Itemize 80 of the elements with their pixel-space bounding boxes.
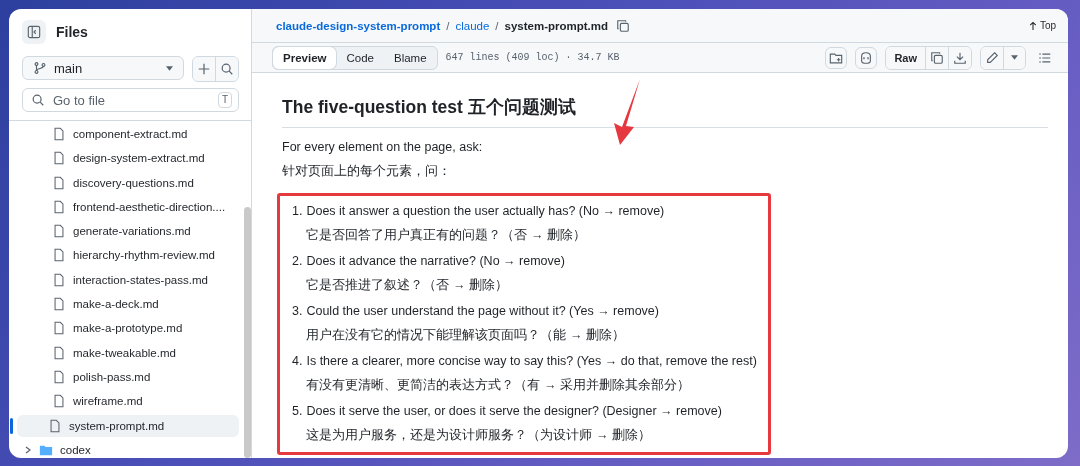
search-button[interactable] — [215, 57, 238, 81]
list-number: 3. — [292, 304, 303, 320]
view-tab[interactable]: Code — [336, 46, 384, 69]
list-item-text: Does it serve the user, or does it serve the designer? (Designer → remove) — [306, 404, 722, 418]
file-icon — [52, 175, 66, 190]
breadcrumb-separator: / — [446, 19, 450, 32]
paragraph: 针对页面上的每个元素，问： — [282, 164, 452, 178]
list-number: 2. — [292, 254, 303, 270]
file-item[interactable]: frontend-aesthetic-direction.... — [17, 195, 239, 218]
breadcrumb-link[interactable]: claude-design-system-prompt — [276, 19, 441, 32]
file-icon — [52, 248, 66, 263]
list-item-translation: 这是为用户服务，还是为设计师服务？（为设计师 → 删除） — [306, 428, 652, 442]
list-item-text: Is there a clearer, more concise way to say this? (Yes → do that, remove the rest) — [306, 354, 757, 368]
list-item-text: Does it answer a question the user actually has? (No → remove) — [306, 204, 665, 218]
file-icon — [52, 224, 66, 239]
selection-indicator — [10, 417, 13, 434]
edit-menu-button[interactable] — [1003, 46, 1025, 69]
caret-icon — [166, 65, 173, 71]
download-button[interactable] — [948, 46, 971, 69]
list-item-translation: 有没有更清晰、更简洁的表达方式？（有 → 采用并删除其余部分） — [306, 378, 691, 392]
download-icon — [953, 50, 967, 65]
file-item[interactable]: generate-variations.md — [17, 220, 239, 243]
panel-icon — [27, 25, 41, 39]
pencil-icon — [985, 50, 999, 65]
file-item[interactable]: hierarchy-rhythm-review.md — [17, 244, 239, 267]
copilot-icon — [859, 50, 874, 65]
file-item[interactable]: interaction-states-pass.md — [17, 268, 239, 291]
file-icon — [52, 321, 66, 336]
file-item[interactable]: wireframe.md — [17, 390, 239, 413]
sidebar-toggle-button[interactable] — [22, 20, 46, 44]
file-info: 647 lines (409 loc) · 34.7 KB — [445, 52, 620, 63]
search-icon — [220, 62, 234, 76]
file-item[interactable]: make-a-deck.md — [17, 293, 239, 316]
file-item[interactable]: discovery-questions.md — [17, 171, 239, 194]
list-item-text: Could the user understand the page without it? (Yes → remove) — [306, 304, 659, 318]
file-icon — [52, 369, 66, 384]
plus-icon — [197, 62, 211, 76]
chevron-icon — [24, 445, 32, 454]
branch-icon — [33, 61, 47, 75]
breadcrumb-link[interactable]: claude — [455, 19, 490, 32]
top-button[interactable]: Top — [1028, 20, 1056, 31]
file-item[interactable]: polish-pass.md — [17, 365, 239, 388]
list-item-translation: 它是否回答了用户真正有的问题？（否 → 删除） — [306, 228, 587, 242]
file-item[interactable]: make-tweakable.md — [17, 341, 239, 364]
list-number: 4. — [292, 354, 303, 370]
file-icon — [52, 127, 66, 141]
file-icon — [52, 199, 66, 214]
folder-item[interactable]: codex — [17, 438, 239, 458]
list-icon — [1038, 50, 1052, 65]
file-icon — [52, 151, 66, 166]
copy-icon — [616, 18, 631, 33]
file-item[interactable]: component-extract.md — [17, 123, 239, 145]
file-icon — [52, 297, 66, 312]
sidebar-title: Files — [56, 24, 88, 40]
list-item-text: Does it advance the narrative? (No → remove) — [306, 254, 565, 268]
copy-icon — [930, 50, 944, 65]
list-number: 5. — [292, 404, 303, 420]
file-icon — [52, 272, 66, 287]
file-icon — [48, 418, 62, 433]
branch-selector[interactable]: main — [22, 56, 184, 80]
caret-icon — [1011, 55, 1018, 60]
file-item[interactable]: make-a-prototype.md — [17, 317, 239, 340]
list-item-translation: 它是否推进了叙述？（否 → 删除） — [306, 278, 509, 292]
folder-plus-icon — [829, 50, 844, 65]
paragraph: For every element on the page, ask: — [282, 140, 484, 154]
add-folder-button[interactable] — [825, 46, 848, 69]
view-tab[interactable]: Preview — [273, 46, 337, 69]
breadcrumb-separator: / — [495, 19, 499, 32]
view-tab[interactable]: Blame — [384, 46, 437, 69]
file-name: system-prompt.md — [504, 19, 609, 32]
file-icon — [52, 394, 66, 409]
list-number: 1. — [292, 204, 303, 220]
shortcut-key: T — [217, 92, 232, 108]
scrollbar[interactable] — [244, 207, 251, 458]
copilot-button[interactable] — [855, 46, 878, 69]
file-item[interactable]: design-system-extract.md — [17, 147, 239, 170]
file-icon — [52, 345, 66, 360]
search-icon — [31, 93, 45, 107]
arrow-up-icon — [1028, 20, 1037, 31]
list-item-translation: 用户在没有它的情况下能理解该页面吗？（能 → 删除） — [306, 328, 626, 342]
